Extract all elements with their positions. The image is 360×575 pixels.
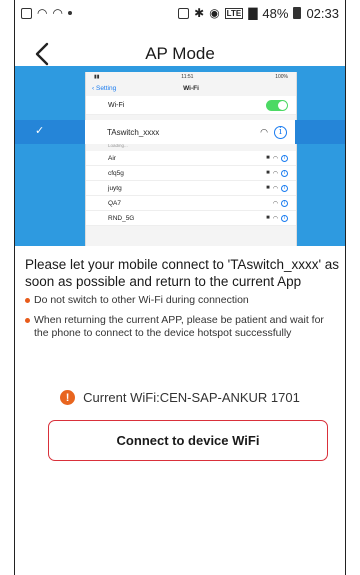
- checkmark-icon: ✓: [35, 125, 45, 137]
- network-row: juytg ■ ◠ i: [86, 181, 296, 196]
- info-icon: i: [274, 125, 287, 139]
- network-name: cfq5g: [108, 169, 124, 177]
- warning-icon: !: [60, 390, 76, 405]
- bluetooth-icon: ✱: [194, 6, 205, 20]
- wifi-icon: ◠: [272, 185, 278, 192]
- phone-nav-title: Wi-Fi: [183, 85, 199, 92]
- app-frame: ◠ ◠ ✱ ◉ LTE ▇ 48% 02:33 AP Mode ▮▮ 11:51…: [14, 0, 346, 575]
- status-right: ✱ ◉ LTE ▇ 48% 02:33: [178, 6, 339, 21]
- network-row: cfq5g ■ ◠ i: [86, 166, 296, 181]
- network-icons: ◠ i: [272, 199, 288, 207]
- network-icons: ■ ◠ i: [266, 214, 288, 222]
- network-icons: ■ ◠ i: [266, 184, 288, 192]
- lock-icon: ■: [266, 155, 270, 161]
- status-left: ◠ ◠: [21, 7, 72, 19]
- status-bar: ◠ ◠ ✱ ◉ LTE ▇ 48% 02:33: [15, 0, 345, 26]
- current-wifi-text: Current WiFi:CEN-SAP-ANKUR 1701: [83, 390, 300, 405]
- volte-icon: ◉: [209, 6, 220, 20]
- phone-nav: ‹ Setting Wi-Fi: [86, 82, 296, 96]
- network-icons: ■ ◠ i: [266, 154, 288, 162]
- phone-time: 11:51: [181, 74, 194, 80]
- clock: 02:33: [306, 5, 339, 21]
- gallery-icon: [21, 7, 32, 19]
- wifi-icon: ◠: [272, 170, 278, 177]
- wifi-toggle-row: Wi-Fi: [86, 96, 296, 115]
- network-icons: ■ ◠ i: [266, 169, 288, 177]
- wifi-icon: ◠: [260, 126, 268, 137]
- wifi-toggle-label: Wi-Fi: [108, 101, 125, 109]
- wifi-icon: ◠: [37, 6, 48, 20]
- network-row: RND_5G ■ ◠ i: [86, 211, 296, 226]
- bullet-icon: [25, 318, 30, 323]
- wifi-icon: ◠: [272, 215, 278, 222]
- network-row: QA7 ◠ i: [86, 196, 296, 211]
- info-icon: i: [281, 214, 288, 222]
- wifi-illustration: ▮▮ 11:51 100% ‹ Setting Wi-Fi Wi-Fi Load…: [15, 66, 345, 246]
- battery-percent: 48%: [262, 5, 289, 21]
- info-icon: i: [281, 199, 288, 207]
- phone-status-bar: ▮▮ 11:51 100%: [86, 72, 296, 82]
- network-name: RND_5G: [108, 214, 135, 222]
- wifi-signal-icon: ◠: [52, 6, 63, 20]
- page-title: AP Mode: [145, 44, 215, 63]
- network-list: Air ■ ◠ i cfq5g ■ ◠ i juytg ■ ◠ i QA7 ◠ i RND_5G ■ ◠ i: [86, 151, 296, 226]
- lock-icon: ■: [266, 170, 270, 176]
- battery-icon: [293, 7, 302, 19]
- phone-mockup: ▮▮ 11:51 100% ‹ Setting Wi-Fi Wi-Fi Load…: [85, 72, 297, 246]
- toggle-icon: [266, 99, 288, 111]
- bullet-text: When returning the current APP, please b…: [34, 314, 324, 339]
- info-icon: i: [281, 169, 288, 177]
- instruction-text: Please let your mobile connect to 'TAswi…: [25, 257, 340, 289]
- lock-icon: ■: [266, 185, 270, 191]
- lte-badge: LTE: [224, 7, 244, 19]
- bullet-text: Do not switch to other Wi-Fi during conn…: [34, 294, 249, 306]
- phone-signal-icon: ▮▮: [94, 74, 100, 80]
- phone-battery: 100%: [275, 74, 288, 80]
- bullet-icon: [25, 298, 30, 303]
- signal-icon: ▇: [248, 6, 258, 20]
- alarm-icon: [178, 7, 190, 19]
- instruction-bullet: When returning the current APP, please b…: [25, 314, 341, 340]
- network-name: juytg: [108, 184, 122, 192]
- current-wifi: ! Current WiFi:CEN-SAP-ANKUR 1701: [15, 390, 345, 405]
- network-name: QA7: [108, 199, 122, 207]
- instruction-bullet: Do not switch to other Wi-Fi during conn…: [25, 294, 341, 307]
- network-row: Air ■ ◠ i: [86, 151, 296, 166]
- lock-icon: ■: [266, 215, 270, 221]
- wifi-icon: ◠: [272, 200, 278, 207]
- wifi-icon: ◠: [272, 155, 278, 162]
- info-icon: i: [281, 184, 288, 192]
- dot-icon: [67, 11, 72, 15]
- selected-network-name: TAswitch_xxxx: [107, 127, 160, 137]
- connect-wifi-button[interactable]: Connect to device WiFi: [48, 420, 328, 461]
- network-name: Air: [108, 154, 116, 162]
- selected-network-highlight: ✓ TAswitch_xxxx ◠ i: [15, 120, 345, 144]
- info-icon: i: [281, 154, 288, 162]
- selected-network-row: TAswitch_xxxx ◠ i: [85, 120, 295, 144]
